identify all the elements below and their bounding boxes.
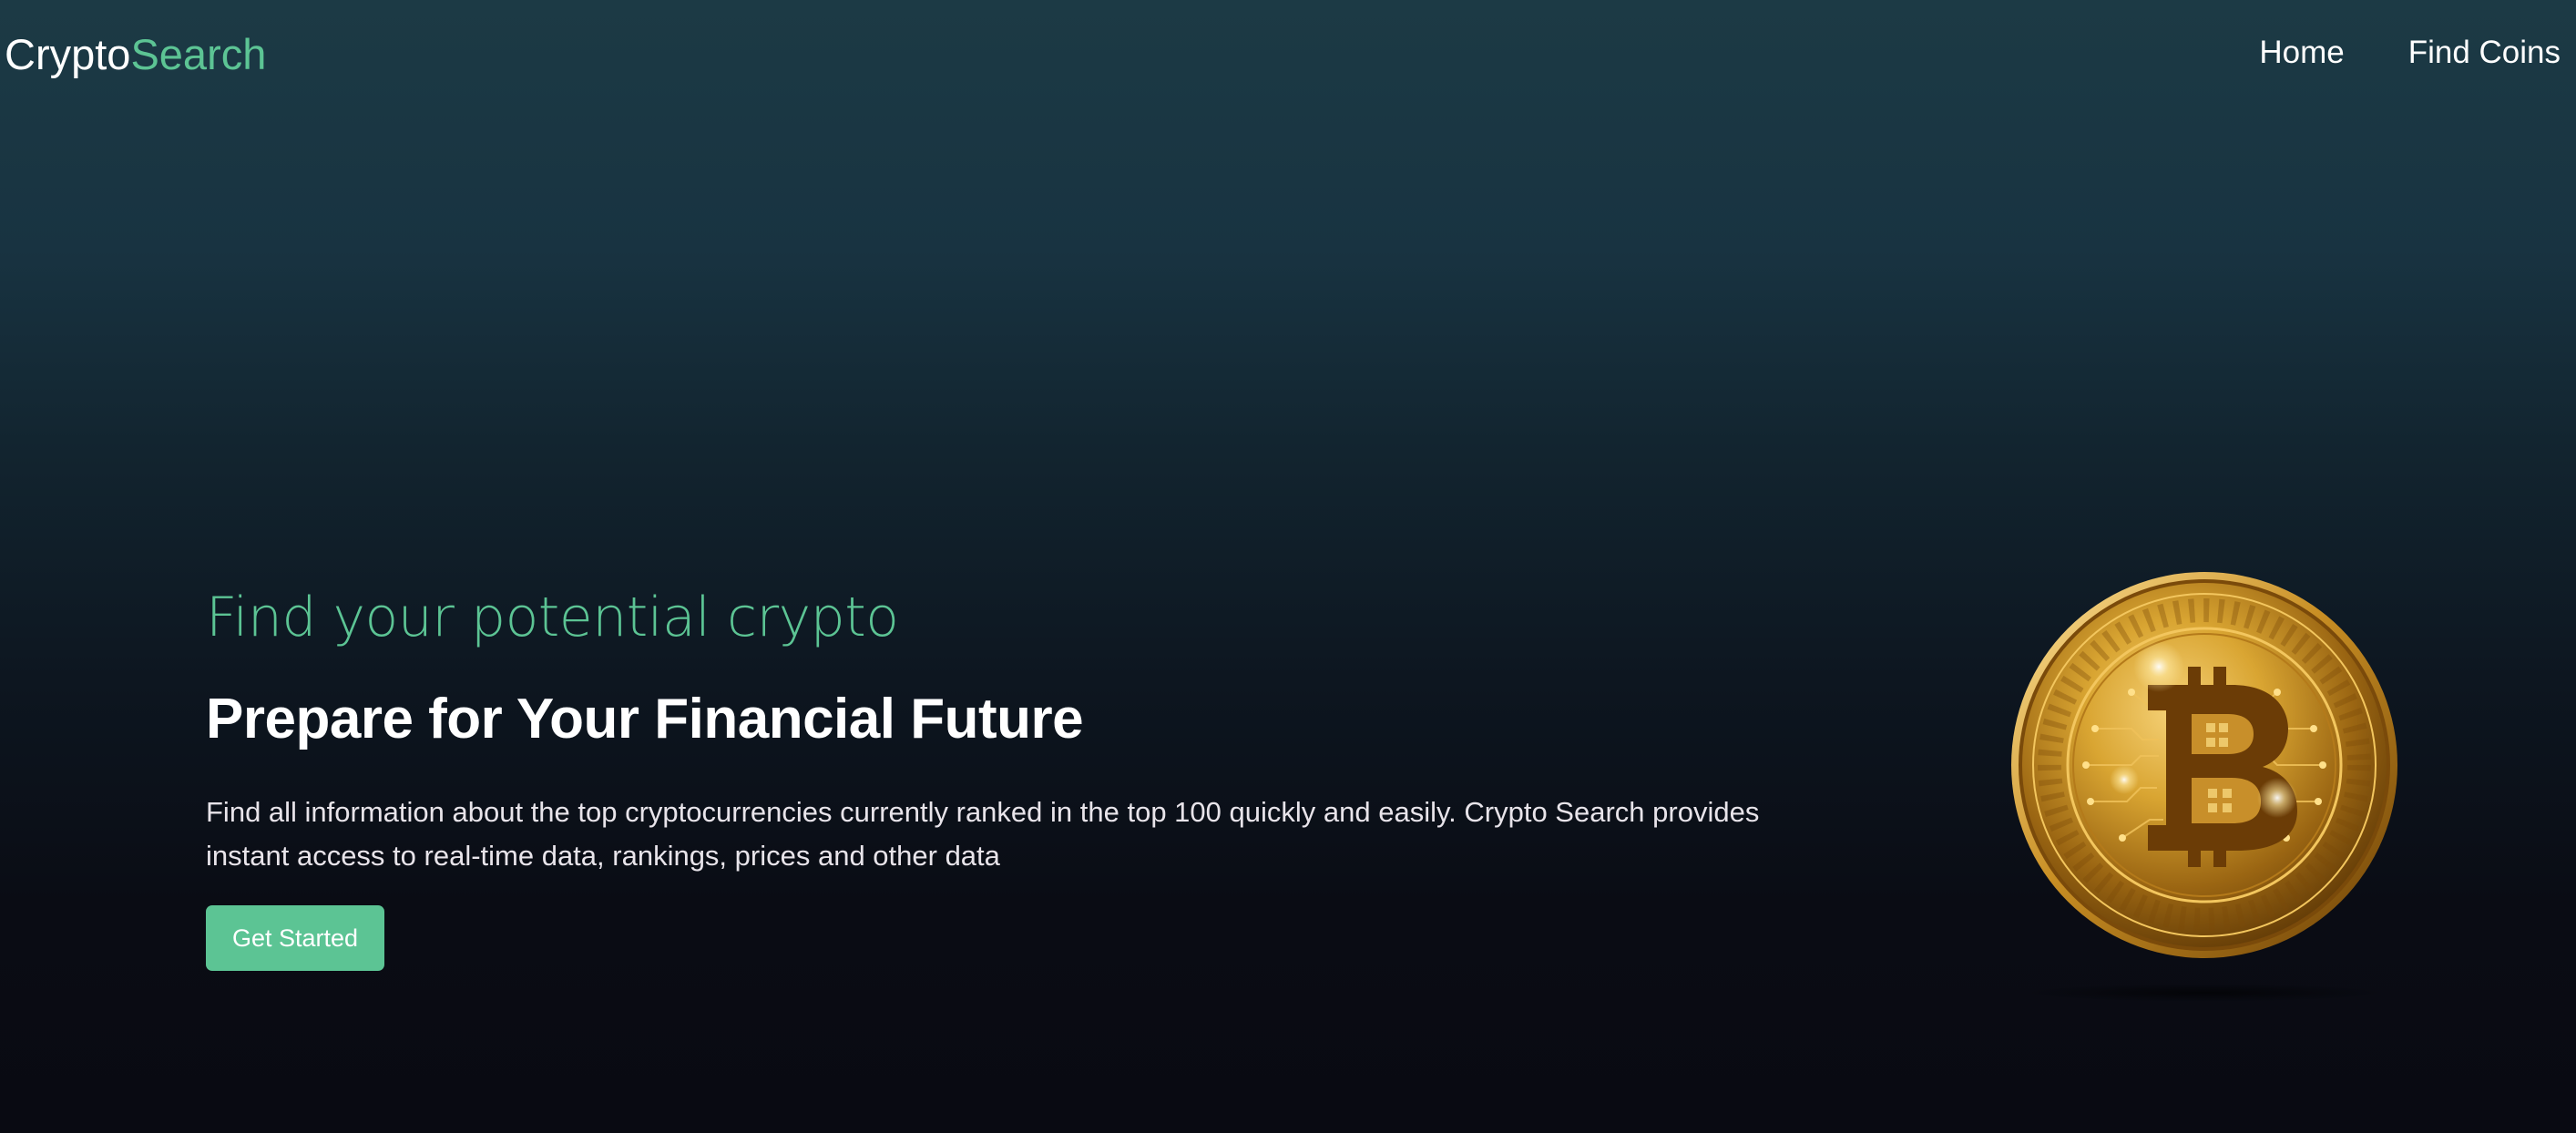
hero-headline: Prepare for Your Financial Future [206,688,1084,750]
nav-links: Home Find Coins [2259,31,2561,75]
navbar: CryptoSearch Home Find Coins [0,0,2576,109]
logo-text-search: Search [130,30,267,78]
hero-eyebrow: Find your potential crypto [206,586,899,649]
nav-link-home[interactable]: Home [2259,31,2344,75]
logo-text-crypto: Crypto [5,30,131,78]
hero-section: Find your potential crypto Prepare for Y… [206,579,1845,971]
get-started-button[interactable]: Get Started [206,905,384,971]
brand-logo[interactable]: CryptoSearch [5,27,266,82]
hero-description: Find all information about the top crypt… [206,796,1760,872]
nav-link-find-coins[interactable]: Find Coins [2408,31,2561,75]
bitcoin-coin-icon [2004,565,2405,1002]
